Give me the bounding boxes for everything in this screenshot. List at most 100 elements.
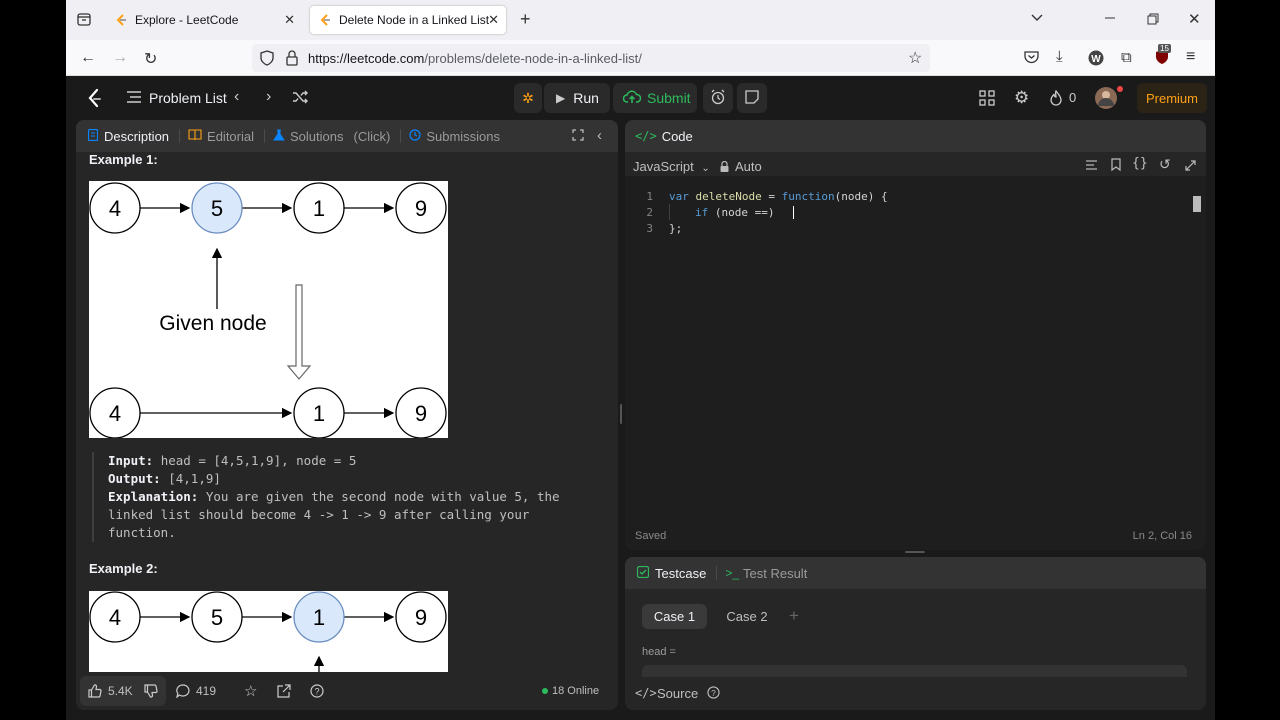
language-select[interactable]: JavaScript ⌄: [633, 159, 710, 174]
lock-icon[interactable]: [286, 50, 298, 70]
node-label: 5: [211, 196, 223, 221]
curly-braces-icon[interactable]: {}: [1132, 156, 1148, 171]
leetcode-logo-icon[interactable]: [86, 88, 102, 108]
collapse-panel-icon[interactable]: ‹: [597, 127, 602, 144]
code-toolbar: JavaScript ⌄ Auto {} ↺: [625, 152, 1206, 176]
expand-editor-icon[interactable]: [1185, 159, 1196, 174]
previous-problem-icon[interactable]: ‹: [234, 88, 239, 106]
share-icon[interactable]: [277, 684, 291, 701]
reload-icon[interactable]: ↻: [144, 49, 157, 69]
layout-grid-icon[interactable]: [979, 90, 995, 106]
shuffle-icon[interactable]: [292, 89, 308, 105]
tab-label: Test Result: [743, 565, 808, 581]
horizontal-resize-handle[interactable]: [620, 404, 622, 424]
code-token: var: [669, 190, 689, 203]
settings-gear-icon[interactable]: ⚙: [1014, 88, 1029, 108]
vertical-resize-handle[interactable]: [905, 551, 925, 553]
tab-description[interactable]: Description: [87, 128, 169, 144]
transform-arrow: [286, 284, 312, 380]
browser-tab-explore[interactable]: Explore - LeetCode ✕: [106, 6, 302, 34]
notes-button[interactable]: [737, 83, 767, 113]
problem-list-icon[interactable]: [126, 90, 142, 104]
case-1-tab[interactable]: Case 1: [642, 604, 707, 629]
cloud-upload-icon: [622, 90, 642, 107]
bug-icon: ✲: [522, 89, 534, 106]
tab-editorial[interactable]: Editorial: [188, 129, 254, 144]
comment-icon[interactable]: [176, 684, 190, 701]
terminal-icon: >_: [725, 566, 739, 580]
browser-toolbar: ← → ↻ https://leetcode.com/problems/dele…: [66, 40, 1215, 76]
save-status: Saved: [635, 530, 667, 542]
back-arrow-icon[interactable]: ←: [80, 49, 96, 67]
browser-tab-delete-node[interactable]: Delete Node in a Linked List - L ✕: [310, 6, 506, 34]
minimap-slider[interactable]: [1193, 196, 1201, 212]
bookmark-icon[interactable]: [1111, 158, 1121, 174]
streak-fire-icon[interactable]: [1049, 90, 1063, 106]
close-tab-icon[interactable]: ✕: [284, 12, 295, 28]
divider: [400, 129, 402, 143]
premium-button[interactable]: Premium: [1137, 83, 1207, 113]
code-editor[interactable]: 1 2 3 var deleteNode = function(node) { …: [625, 176, 1206, 522]
head-input-field[interactable]: [642, 665, 1187, 677]
divider: [179, 129, 181, 143]
maximize-panel-icon[interactable]: [572, 129, 584, 144]
close-window-icon[interactable]: ✕: [1188, 10, 1201, 28]
input-value: head = [4,5,1,9], node = 5: [160, 453, 357, 468]
hamburger-menu-icon[interactable]: ≡: [1186, 48, 1195, 66]
address-bar[interactable]: https://leetcode.com/problems/delete-nod…: [252, 44, 930, 72]
code-line-3: };: [669, 222, 682, 235]
run-button[interactable]: ▶ Run: [544, 83, 610, 113]
add-case-icon[interactable]: +: [789, 606, 799, 626]
help-circle-icon[interactable]: ?: [310, 684, 324, 701]
list-all-tabs-icon[interactable]: [1030, 10, 1044, 27]
online-dot: [542, 688, 548, 694]
explanation-text: linked list should become 4 -> 1 -> 9 af…: [108, 507, 530, 522]
tab-testcase[interactable]: Testcase: [636, 565, 706, 581]
node-label: 9: [415, 401, 427, 426]
minimize-window-icon[interactable]: [1104, 9, 1116, 28]
alarm-clock-button[interactable]: [703, 83, 733, 113]
new-tab-icon[interactable]: +: [520, 9, 531, 30]
svg-text:?: ?: [711, 688, 716, 698]
close-tab-icon[interactable]: ✕: [488, 12, 499, 28]
svg-text:?: ?: [314, 687, 319, 697]
help-circle-icon[interactable]: ?: [707, 686, 720, 702]
next-problem-icon[interactable]: ›: [266, 88, 271, 106]
code-token: =: [761, 190, 782, 203]
reset-undo-icon[interactable]: ↺: [1159, 156, 1171, 173]
code-panel: </> Code JavaScript ⌄ Auto {} ↺ 1 2 3 va…: [625, 120, 1206, 550]
problem-list-button[interactable]: Problem List: [149, 90, 227, 106]
browser-tab-bar: Explore - LeetCode ✕ Delete Node in a Li…: [66, 0, 1215, 40]
auto-mode-label[interactable]: Auto: [735, 159, 762, 174]
tab-solutions[interactable]: Solutions: [273, 129, 343, 144]
downloads-icon[interactable]: ⤓: [1056, 48, 1063, 65]
divider: [264, 129, 265, 143]
avatar[interactable]: [1095, 87, 1117, 109]
format-lines-icon[interactable]: [1085, 159, 1098, 174]
forward-arrow-icon[interactable]: →: [112, 49, 128, 67]
favorite-star-icon[interactable]: ☆: [244, 682, 257, 700]
description-tabs: Description Editorial Solutions (Click): [76, 120, 618, 152]
tab-test-result[interactable]: >_ Test Result: [725, 566, 807, 581]
shield-icon[interactable]: [260, 50, 274, 70]
source-button[interactable]: Source: [657, 686, 698, 701]
node-label: 4: [109, 605, 121, 630]
leetcode-favicon-icon: [114, 13, 128, 27]
thumbs-up-icon[interactable]: [88, 684, 102, 701]
run-label: Run: [573, 90, 599, 106]
thumbs-down-icon[interactable]: [144, 684, 158, 701]
bookmark-star-icon[interactable]: ☆: [908, 48, 922, 68]
restore-window-icon[interactable]: [1147, 12, 1159, 28]
leetcode-header: Problem List ‹ › ✲ ▶ Run Submit ⚙ 0 Prem…: [66, 76, 1215, 120]
code-panel-header: </> Code: [625, 120, 1206, 152]
case-2-tab[interactable]: Case 2: [717, 604, 777, 629]
tab-label: (Click): [353, 128, 391, 144]
submit-button[interactable]: Submit: [613, 83, 697, 113]
tab-click-placeholder[interactable]: (Click): [353, 129, 390, 144]
tab-submissions[interactable]: Submissions: [409, 129, 500, 144]
tab-overview-icon[interactable]: [76, 11, 92, 30]
extensions-puzzle-icon[interactable]: ⧉: [1121, 49, 1132, 66]
pocket-icon[interactable]: [1024, 50, 1039, 68]
debugger-button[interactable]: ✲: [514, 83, 542, 113]
w-extension-icon[interactable]: W: [1088, 50, 1104, 70]
